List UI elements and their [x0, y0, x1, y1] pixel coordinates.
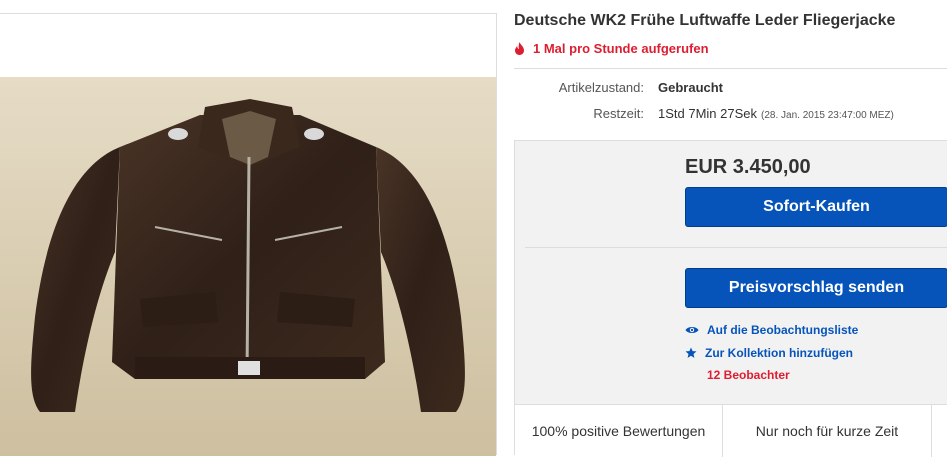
time-left-row: Restzeit: 1Std 7Min 27Sek (28. Jan. 2015 2…	[514, 106, 894, 121]
purchase-box: EUR 3.450,00 Sofort-Kaufen Preisvorschla…	[514, 140, 947, 457]
condition-label: Artikelzustand:	[558, 80, 644, 95]
watchlist-label: Auf die Beobachtungsliste	[707, 323, 859, 337]
collection-label: Zur Kollektion hinzufügen	[705, 346, 853, 360]
divider	[525, 247, 947, 248]
end-time: (28. Jan. 2015 23:47:00 MEZ)	[761, 110, 894, 121]
time-label: Restzeit:	[593, 106, 644, 121]
watchers-count: 12 Beobachter	[707, 368, 790, 382]
limited-time-feature: Nur noch für kurze Zeit	[723, 405, 932, 457]
feature-cell	[932, 405, 947, 457]
jacket-image	[0, 77, 496, 456]
condition-row: Artikelzustand: Gebraucht	[514, 80, 723, 95]
add-to-watchlist-link[interactable]: Auf die Beobachtungsliste	[685, 323, 858, 337]
make-offer-button[interactable]: Preisvorschlag senden	[685, 268, 947, 308]
views-indicator: 1 Mal pro Stunde aufgerufen	[514, 41, 709, 56]
product-photo[interactable]	[0, 77, 496, 456]
condition-value: Gebraucht	[658, 80, 724, 95]
buy-now-button[interactable]: Sofort-Kaufen	[685, 187, 947, 227]
time-value: 1Std 7Min 27Sek	[658, 106, 758, 121]
add-to-collection-link[interactable]: Zur Kollektion hinzufügen	[685, 346, 853, 360]
eye-icon	[685, 327, 699, 333]
listing-title: Deutsche WK2 Frühe Luftwaffe Leder Flieg…	[514, 12, 896, 29]
views-text: 1 Mal pro Stunde aufgerufen	[533, 41, 709, 56]
flame-icon	[515, 42, 524, 55]
image-panel	[0, 13, 497, 456]
positive-feedback-feature: 100% positive Bewertungen	[515, 405, 723, 457]
star-icon	[685, 347, 697, 358]
price: EUR 3.450,00	[685, 156, 811, 178]
divider	[514, 68, 947, 69]
feature-strip: 100% positive Bewertungen Nur noch für k…	[515, 404, 947, 457]
